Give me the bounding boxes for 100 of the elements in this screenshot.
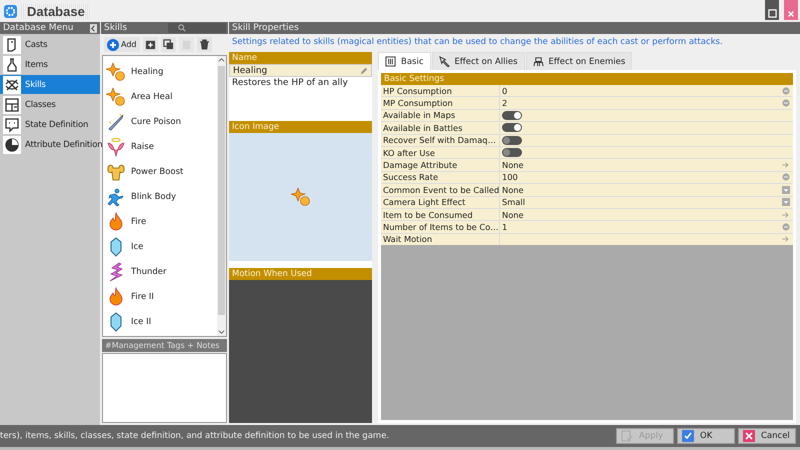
paste-icon (180, 39, 192, 50)
panel-header: Skill Properties (229, 22, 800, 34)
spin-icon (782, 86, 790, 95)
property-value[interactable]: Small (500, 196, 793, 208)
copy-icon (162, 39, 174, 50)
collapse-icon[interactable] (90, 24, 97, 32)
property-label: MP Consumption (381, 97, 499, 109)
skill-item[interactable]: Thunder (103, 259, 217, 284)
search-field[interactable] (168, 23, 226, 33)
checkmark-icon (682, 430, 694, 442)
add-button[interactable]: Add (104, 37, 140, 52)
document-icon (621, 430, 633, 442)
section-header: Icon Image (229, 121, 372, 133)
property-label: Available in Maps (381, 110, 499, 122)
new-folder-button[interactable] (142, 37, 158, 52)
skill-icon (106, 62, 126, 82)
scroll-up-icon[interactable] (218, 57, 225, 64)
toggle-switch[interactable] (502, 148, 522, 158)
sparkle-icon (290, 187, 310, 207)
tab[interactable]: Basic (378, 52, 431, 70)
plus-icon (107, 38, 119, 50)
trash-icon (198, 39, 210, 50)
property-label: Camera Light Effect (381, 196, 499, 208)
skill-item[interactable]: Healing (103, 59, 217, 84)
skill-item[interactable]: Fire (103, 209, 217, 234)
menu-item[interactable]: Attribute Definition (0, 135, 100, 154)
property-label: HP Consumption (381, 85, 499, 96)
name-field[interactable]: Healing (229, 64, 372, 77)
property-value[interactable] (500, 122, 793, 134)
skill-item[interactable]: Blink Body (103, 184, 217, 209)
menu-item[interactable]: Skills (0, 75, 100, 94)
menu-icon (3, 36, 21, 54)
property-value[interactable] (500, 134, 793, 146)
property-label: Common Event to be Called (381, 184, 499, 196)
menu-icon (3, 96, 21, 114)
property-label: Number of Items to be Co… (381, 221, 499, 233)
table-icon (385, 56, 396, 67)
dialog-button[interactable]: OK (677, 428, 735, 444)
notes-field[interactable] (102, 353, 227, 423)
scroll-down-icon[interactable] (218, 328, 225, 335)
property-label: Recover Self with Damaq… (381, 134, 499, 146)
arrow-icon (781, 235, 790, 244)
close-button[interactable] (784, 0, 798, 20)
skill-icon (106, 86, 126, 106)
tab[interactable]: Effect on Enemies (526, 52, 632, 70)
skill-item[interactable]: Ice (103, 234, 217, 259)
skill-item[interactable]: Power Boost (103, 159, 217, 184)
property-label: Available in Battles (381, 122, 499, 134)
description-field[interactable]: Restores the HP of an ally (229, 77, 372, 121)
property-value[interactable] (500, 146, 793, 158)
property-value[interactable]: None (500, 208, 793, 220)
property-label: Item to be Consumed (381, 208, 499, 220)
property-value[interactable]: 1 (500, 221, 793, 233)
property-value[interactable]: 2 (500, 97, 793, 109)
property-value[interactable]: None (500, 159, 793, 171)
dialog-button[interactable]: Cancel (738, 428, 796, 444)
maximize-button[interactable] (765, 0, 779, 20)
toggle-switch[interactable] (502, 110, 522, 120)
tab[interactable]: Effect on Allies (432, 52, 525, 70)
copy-button[interactable] (160, 37, 176, 52)
delete-button[interactable] (196, 37, 212, 52)
skill-item[interactable]: Raise (103, 134, 217, 159)
monster-icon (532, 56, 544, 67)
window-title: Database (21, 4, 91, 18)
skill-item[interactable]: Ice II (103, 309, 217, 334)
skill-item[interactable]: Cure Poison (103, 109, 217, 134)
skill-item[interactable]: Fire II (103, 284, 217, 309)
menu-icon (3, 136, 21, 154)
menu-icon (3, 76, 21, 94)
panel-header: #Management Tags + Notes (102, 339, 227, 352)
cursor-icon (438, 56, 450, 67)
property-label: Success Rate (381, 172, 499, 184)
toggle-switch[interactable] (502, 123, 522, 132)
search-icon (178, 24, 186, 32)
dropdown-icon (782, 186, 790, 194)
arrow-icon (781, 210, 790, 219)
scrollbar[interactable] (217, 56, 226, 336)
property-value[interactable] (500, 110, 793, 122)
spin-icon (782, 99, 790, 108)
gear-icon (4, 4, 17, 18)
skill-icon (106, 112, 126, 132)
status-text: ters), items, skills, classes, state definition, and attribute definition to be used in the game. (0, 431, 390, 441)
skill-icon (106, 186, 126, 206)
property-value[interactable]: 0 (500, 85, 793, 96)
property-value[interactable]: 100 (500, 172, 793, 184)
menu-icon (3, 56, 21, 74)
dropdown-icon (782, 198, 790, 206)
description-text: Settings related to skills (magical entities) that can be used to change the abilities of each cast or perform attacks. (231, 36, 724, 49)
property-label: KO after Use (381, 146, 499, 158)
close-icon (787, 10, 795, 18)
pencil-icon (360, 66, 368, 74)
property-label: Damage Attribute (381, 159, 499, 171)
spin-icon (782, 222, 790, 231)
add-folder-icon (144, 39, 156, 50)
property-label: Wait Motion (381, 234, 499, 246)
skill-item[interactable]: Area Heal (103, 84, 217, 109)
section-header: Motion When Used (229, 268, 372, 280)
section-header: Name (229, 52, 372, 64)
property-value[interactable]: None (500, 184, 793, 196)
toggle-switch[interactable] (502, 136, 522, 145)
